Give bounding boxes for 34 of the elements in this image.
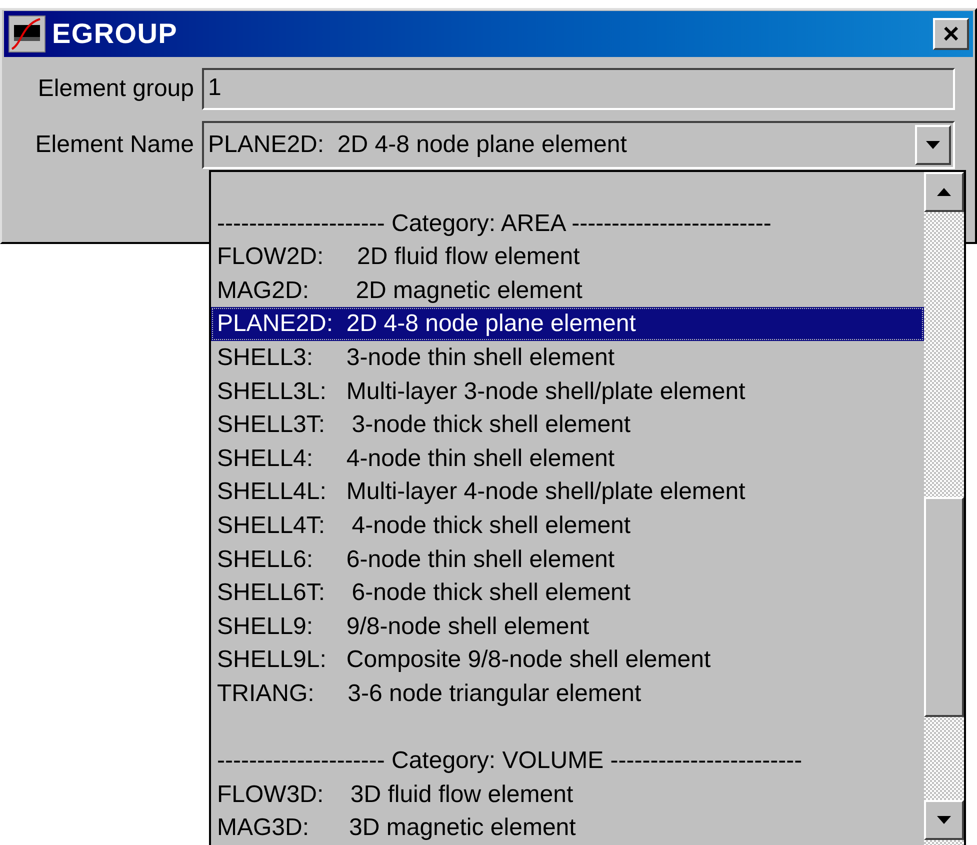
- dropdown-option[interactable]: FLOW2D: 2D fluid flow element: [211, 240, 924, 274]
- close-button[interactable]: ×: [933, 18, 969, 50]
- scroll-thumb[interactable]: [924, 497, 964, 717]
- dropdown-option[interactable]: MAG3D: 3D magnetic element: [211, 811, 924, 845]
- scroll-up-button[interactable]: [924, 172, 964, 212]
- dropdown-option[interactable]: SHELL9L: Composite 9/8-node shell element: [211, 643, 924, 677]
- dropdown-option[interactable]: SHELL6T: 6-node thick shell element: [211, 576, 924, 610]
- scroll-down-button[interactable]: [924, 800, 964, 840]
- down-arrow-icon: [937, 816, 951, 824]
- dropdown-option[interactable]: SHELL6: 6-node thin shell element: [211, 542, 924, 576]
- dropdown-option[interactable]: PLANE2D: 2D 4-8 node plane element: [211, 307, 924, 341]
- dropdown-option[interactable]: FLOW3D: 3D fluid flow element: [211, 778, 924, 812]
- window-title: EGROUP: [52, 17, 178, 51]
- dropdown-option[interactable]: SHELL9: 9/8-node shell element: [211, 610, 924, 644]
- down-arrow-icon: [926, 141, 940, 149]
- dropdown-option[interactable]: TRIANG: 3-6 node triangular element: [211, 676, 924, 710]
- dropdown-field[interactable]: PLANE2D: 2D 4-8 node plane element: [202, 121, 955, 169]
- dropdown-value: PLANE2D: 2D 4-8 node plane element: [207, 130, 628, 160]
- dropdown-option[interactable]: SHELL4: 4-node thin shell element: [211, 442, 924, 476]
- dropdown-option[interactable]: SHELL3L: Multi-layer 3-node shell/plate element: [211, 374, 924, 408]
- field-label: Element group: [36, 74, 195, 104]
- category-header: --------------------- Category: VOLUME ------------------------: [216, 746, 804, 776]
- field-label: Element Name: [34, 130, 195, 160]
- dropdown-option[interactable]: SHELL4L: Multi-layer 4-node shell/plate element: [211, 475, 924, 509]
- dropdown-option[interactable]: SHELL3T: 3-node thick shell element: [211, 408, 924, 442]
- scrollbar[interactable]: [924, 172, 964, 845]
- dropdown-arrow-button[interactable]: [915, 125, 951, 165]
- dropdown-option[interactable]: MAG2D: 2D magnetic element: [211, 274, 924, 308]
- input-field[interactable]: 1: [202, 68, 955, 110]
- dropdown-option[interactable]: SHELL3: 3-node thin shell element: [211, 340, 924, 375]
- dropdown-option[interactable]: SHELL4T: 4-node thick shell element: [211, 508, 924, 543]
- up-arrow-icon: [937, 188, 951, 196]
- app-icon: [8, 15, 46, 53]
- category-header: --------------------- Category: AREA -------------------------: [216, 208, 772, 239]
